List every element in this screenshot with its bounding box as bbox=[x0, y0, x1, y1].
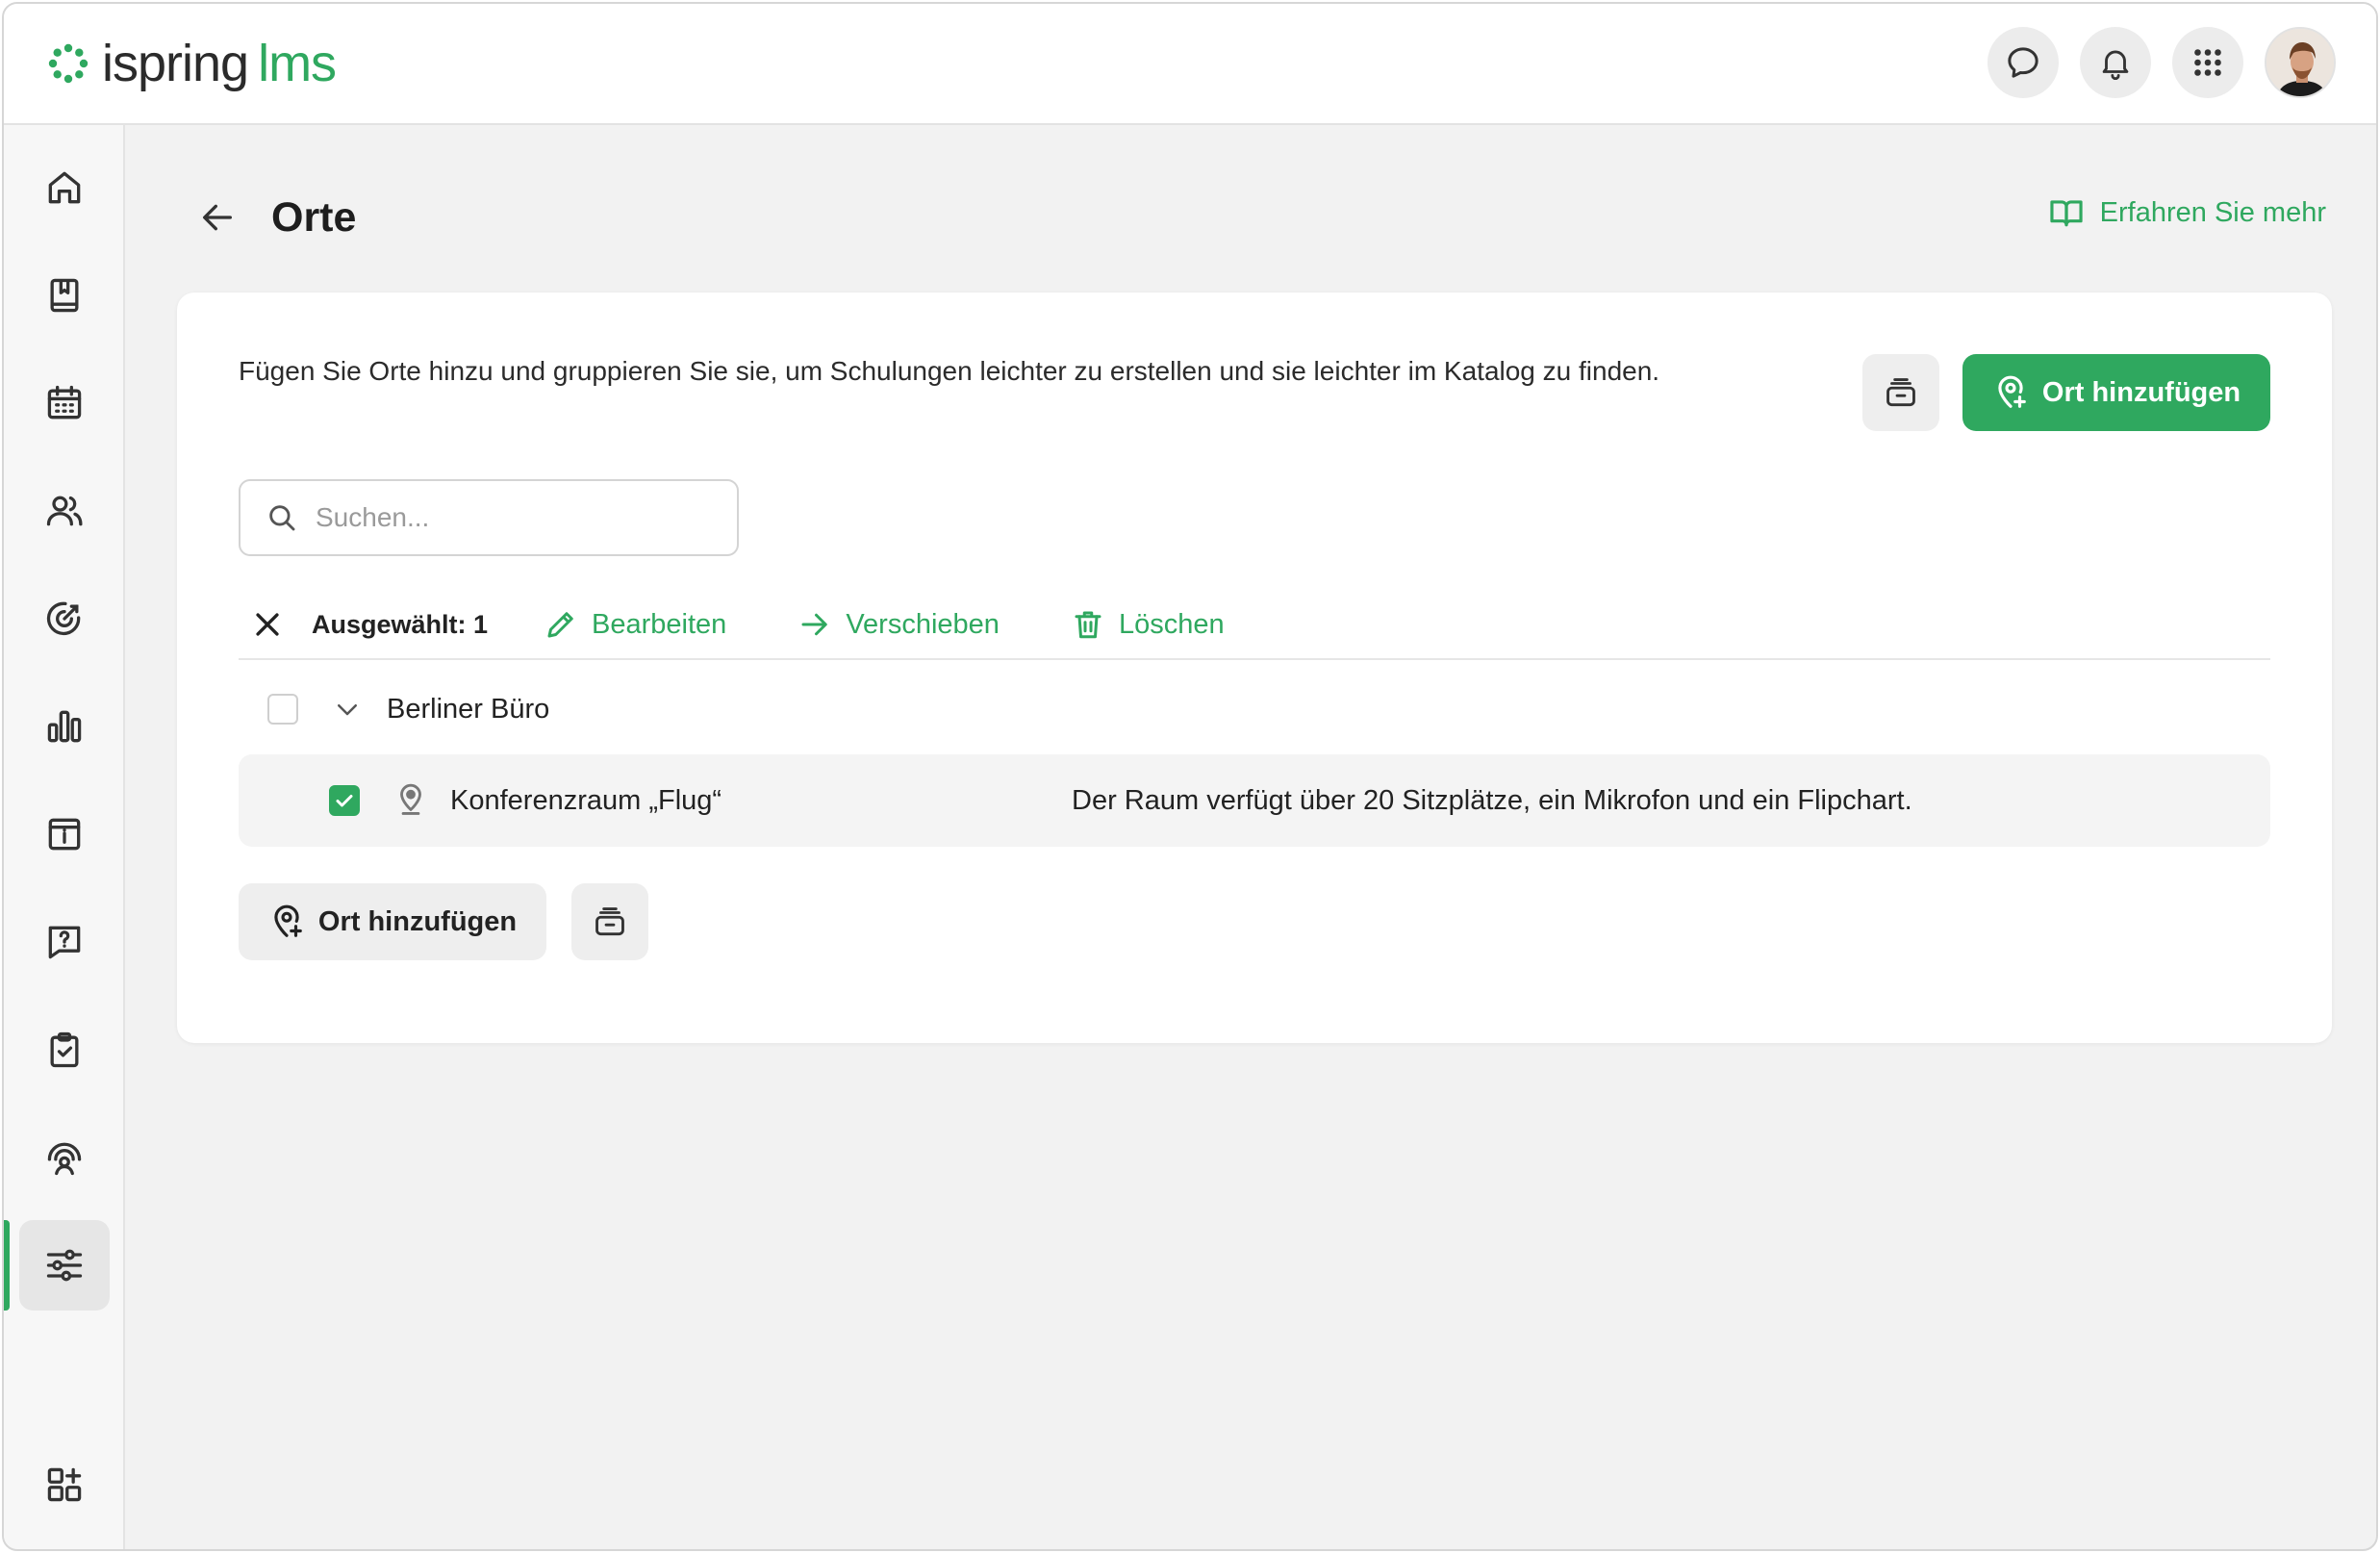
sidebar-item-home[interactable] bbox=[19, 142, 110, 233]
group-checkbox[interactable] bbox=[267, 694, 298, 725]
delete-button[interactable]: Löschen bbox=[1071, 607, 1225, 642]
bottom-add-location-label: Ort hinzufügen bbox=[317, 905, 518, 937]
logo-text: ispring lms bbox=[102, 34, 337, 93]
arrow-right-icon-wrap bbox=[798, 607, 832, 642]
search-icon bbox=[269, 505, 295, 531]
trash-icon bbox=[1075, 611, 1101, 639]
open-book-icon-wrap bbox=[2048, 194, 2085, 231]
page-header: Orte bbox=[194, 185, 356, 250]
chat-button[interactable] bbox=[1988, 27, 2059, 98]
sidebar bbox=[4, 125, 125, 1549]
courses-book-icon bbox=[50, 278, 79, 313]
pin-plus-icon-dark-wrap bbox=[268, 904, 305, 940]
page-title: Orte bbox=[271, 193, 357, 241]
folder-stack-icon bbox=[1886, 378, 1915, 407]
clear-selection-button[interactable] bbox=[239, 596, 296, 653]
info-archive-icon bbox=[48, 818, 81, 851]
coaching-icon bbox=[47, 1142, 82, 1176]
apps-button[interactable] bbox=[2172, 27, 2243, 98]
trash-icon-wrap bbox=[1071, 607, 1105, 642]
sidebar-item-info[interactable] bbox=[19, 789, 110, 879]
location-pin-icon-wrap bbox=[392, 782, 429, 819]
selection-toolbar: Ausgewählt: 1 Bearbeiten Verschieben Lös… bbox=[239, 591, 2270, 660]
chevron-down-icon bbox=[338, 704, 357, 716]
user-avatar[interactable] bbox=[2265, 27, 2336, 98]
reports-chart-icon bbox=[47, 710, 82, 743]
target-icon bbox=[46, 601, 81, 636]
search-box[interactable] bbox=[239, 479, 739, 556]
sidebar-item-users[interactable] bbox=[19, 466, 110, 556]
calendar-icon bbox=[47, 385, 82, 420]
bottom-add-location-button[interactable]: Ort hinzufügen bbox=[239, 883, 546, 960]
app-window: ispring lms Orte Erfahren Sie mehr Fügen… bbox=[2, 2, 2378, 1551]
learn-more-label: Erfahren Sie mehr bbox=[2099, 196, 2326, 228]
users-icon bbox=[46, 496, 83, 526]
checkmark-icon bbox=[336, 795, 353, 807]
delete-label: Löschen bbox=[1118, 608, 1225, 640]
logo-mark-icon bbox=[48, 43, 89, 84]
clipboard-check-icon bbox=[50, 1031, 79, 1068]
edit-label: Bearbeiten bbox=[592, 608, 727, 640]
sidebar-item-coaching[interactable] bbox=[19, 1112, 110, 1203]
learn-more-link[interactable]: Erfahren Sie mehr bbox=[2048, 194, 2326, 231]
sidebar-item-settings[interactable] bbox=[19, 1220, 110, 1311]
bell-icon bbox=[2102, 50, 2129, 80]
avatar-portrait-icon bbox=[2266, 29, 2334, 96]
pencil-icon-wrap bbox=[544, 607, 578, 642]
location-description: Der Raum verfügt über 20 Sitzplätze, ein… bbox=[1072, 784, 1912, 816]
arrow-left-icon bbox=[203, 204, 232, 231]
bottom-add-group-button[interactable] bbox=[571, 883, 648, 960]
pin-plus-icon-wrap bbox=[1992, 374, 2029, 411]
add-location-label: Ort hinzufügen bbox=[2041, 376, 2241, 408]
folder-stack-icon bbox=[595, 907, 624, 936]
close-icon bbox=[256, 613, 279, 636]
pin-plus-icon bbox=[1998, 375, 2026, 408]
home-icon bbox=[48, 171, 81, 204]
sidebar-item-courses[interactable] bbox=[19, 250, 110, 341]
sidebar-item-reports[interactable] bbox=[19, 681, 110, 772]
move-button[interactable]: Verschieben bbox=[798, 607, 1000, 642]
chevron-down-icon-wrap[interactable] bbox=[333, 695, 362, 724]
apps-grid-icon bbox=[2194, 49, 2221, 76]
sidebar-item-calendar[interactable] bbox=[19, 358, 110, 448]
search-input[interactable] bbox=[316, 502, 720, 533]
ispring-logo[interactable]: ispring lms bbox=[44, 33, 337, 94]
location-checkbox[interactable] bbox=[329, 785, 360, 816]
logo-main-text: ispring bbox=[102, 35, 249, 92]
edit-button[interactable]: Bearbeiten bbox=[544, 607, 726, 642]
add-widget-icon bbox=[47, 1467, 82, 1502]
sidebar-item-questions[interactable] bbox=[19, 897, 110, 987]
question-chat-icon bbox=[48, 926, 81, 959]
location-pin-icon bbox=[400, 783, 421, 815]
pin-plus-icon bbox=[274, 904, 302, 937]
locations-card: Fügen Sie Orte hinzu und gruppieren Sie … bbox=[177, 293, 2332, 1043]
top-bar: ispring lms bbox=[4, 4, 2376, 125]
sidebar-active-indicator bbox=[4, 1220, 10, 1311]
chat-icon bbox=[2008, 47, 2038, 78]
sidebar-item-tasks[interactable] bbox=[19, 1005, 110, 1095]
sidebar-add-widget[interactable] bbox=[19, 1439, 110, 1530]
card-description: Fügen Sie Orte hinzu und gruppieren Sie … bbox=[239, 356, 1660, 386]
logo-accent-text: lms bbox=[258, 35, 337, 92]
add-group-button[interactable] bbox=[1862, 354, 1939, 431]
selected-count: Ausgewählt: 1 bbox=[312, 609, 489, 639]
notifications-button[interactable] bbox=[2080, 27, 2151, 98]
open-book-icon bbox=[2050, 200, 2083, 227]
pencil-icon bbox=[547, 612, 573, 638]
arrow-right-icon bbox=[801, 613, 828, 636]
table-row[interactable]: Konferenzraum „Flug“ Der Raum verfügt üb… bbox=[239, 754, 2270, 847]
top-actions bbox=[1988, 27, 2336, 98]
settings-sliders-icon bbox=[46, 1249, 83, 1282]
sidebar-item-goals[interactable] bbox=[19, 573, 110, 664]
location-group-row[interactable]: Berliner Büro bbox=[239, 675, 2270, 743]
location-name: Konferenzraum „Flug“ bbox=[450, 784, 722, 816]
move-label: Verschieben bbox=[846, 608, 1000, 640]
add-location-button[interactable]: Ort hinzufügen bbox=[1962, 354, 2270, 431]
group-name: Berliner Büro bbox=[387, 693, 550, 725]
back-button[interactable] bbox=[194, 194, 241, 241]
